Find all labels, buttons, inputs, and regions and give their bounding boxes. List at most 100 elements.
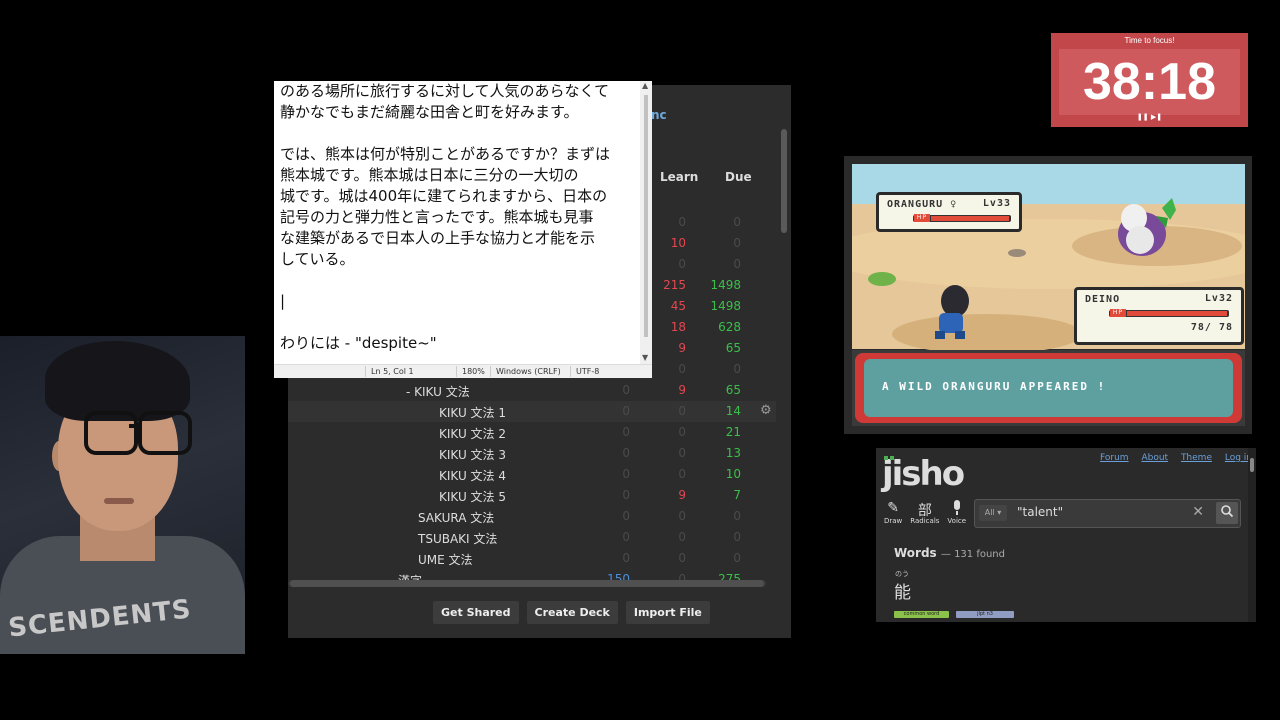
deck-learn-count: 10 [670, 236, 686, 250]
search-button[interactable] [1216, 502, 1238, 524]
encoding: UTF-8 [576, 367, 600, 376]
deck-new-count: 0 [622, 467, 630, 481]
deck-row[interactable]: KIKU 文法 5 0 9 7 [288, 485, 776, 506]
deck-due-count: 65 [725, 341, 741, 355]
deck-new-count: 0 [622, 446, 630, 460]
due-header: Due [725, 170, 752, 184]
timer-label: Time to focus! [1124, 36, 1175, 45]
about-link[interactable]: About [1141, 453, 1168, 463]
deck-row[interactable]: TSUBAKI 文法 0 0 0 [288, 527, 776, 548]
forum-link[interactable]: Forum [1100, 453, 1129, 463]
deck-name[interactable]: - KIKU 文法 [406, 383, 470, 400]
deck-learn-count: 9 [678, 383, 686, 397]
deck-learn-count: 9 [678, 488, 686, 502]
deck-due-count: 13 [725, 446, 741, 460]
deck-due-count: 10 [725, 467, 741, 481]
deck-due-count: 14 [725, 404, 741, 418]
draw-icon: ✎ [887, 500, 900, 516]
deck-learn-count: 0 [678, 257, 686, 271]
results-heading: Words — 131 found [894, 546, 1005, 560]
jisho-logo[interactable]: jisho [882, 454, 965, 494]
zoom-level: 180% [462, 367, 485, 376]
deck-row[interactable]: KIKU 文法 1 0 0 14 ⚙ [288, 401, 776, 422]
battle-message: A WILD ORANGURU APPEARED ! [882, 380, 1107, 393]
focus-timer: Time to focus! 38:18 ❚❚ ▶❚ [1051, 33, 1248, 127]
timer-time: 38:18 [1083, 53, 1216, 111]
deck-learn-count: 0 [678, 362, 686, 376]
deck-new-count: 0 [622, 530, 630, 544]
deck-row[interactable]: SAKURA 文法 0 0 0 [288, 506, 776, 527]
notepad-scrollbar[interactable]: ▲ ▼ [640, 81, 652, 365]
battle-message-box: A WILD ORANGURU APPEARED ! [852, 350, 1245, 426]
jisho-scrollbar[interactable] [1248, 448, 1256, 622]
deck-due-count: 65 [725, 383, 741, 397]
gear-icon[interactable]: ⚙ [760, 403, 772, 418]
deck-due-count: 1498 [710, 278, 741, 292]
deck-row[interactable]: KIKU 文法 4 0 0 10 [288, 464, 776, 485]
line-ending: Windows (CRLF) [496, 367, 561, 376]
get-shared-button[interactable]: Get Shared [433, 601, 519, 624]
deck-name[interactable]: KIKU 文法 2 [439, 425, 506, 442]
enemy-name: ORANGURU ♀ [887, 199, 958, 210]
game-screen: ORANGURU ♀ Lv33 HP DEINO Lv32 HP 78/ 78 … [852, 164, 1245, 426]
jisho-window: jisho Forum About Theme Log in ✎ Draw 部 … [876, 448, 1256, 622]
deck-learn-count: 0 [678, 215, 686, 229]
deck-learn-count: 0 [678, 425, 686, 439]
learn-header: Learn [660, 170, 699, 184]
deck-name[interactable]: KIKU 文法 5 [439, 488, 506, 505]
draw-button[interactable]: ✎ Draw [884, 500, 902, 525]
deck-learn-count: 0 [678, 530, 686, 544]
deck-name[interactable]: UME 文法 [418, 551, 473, 568]
player-level: Lv32 [1204, 293, 1233, 304]
deck-row[interactable]: KIKU 文法 2 0 0 21 [288, 422, 776, 443]
glasses-left [84, 411, 138, 455]
notepad-text-area[interactable]: のある場所に旅行するに対して人気のあらなくて 静かなでもまだ綺麗な田舎と町を好み… [280, 81, 638, 354]
deck-new-count: 0 [622, 488, 630, 502]
voice-button[interactable]: Voice [947, 500, 966, 525]
enemy-hp-bar: HP [913, 214, 1011, 222]
oranguru-sprite [1118, 198, 1176, 256]
create-deck-button[interactable]: Create Deck [526, 601, 618, 624]
bush-icon [868, 272, 896, 286]
deck-row[interactable]: UME 文法 0 0 0 [288, 548, 776, 569]
deck-name[interactable]: SAKURA 文法 [418, 509, 494, 526]
deck-due-count: 0 [733, 551, 741, 565]
theme-link[interactable]: Theme [1181, 453, 1212, 463]
deck-name[interactable]: TSUBAKI 文法 [418, 530, 497, 547]
sync-link[interactable]: nc [651, 108, 667, 122]
deck-due-count: 21 [725, 425, 741, 439]
deck-name[interactable]: KIKU 文法 1 [439, 404, 506, 421]
search-input[interactable]: "talent" [1017, 505, 1063, 519]
deck-new-count: 0 [622, 383, 630, 397]
enemy-level: Lv33 [982, 198, 1011, 209]
microphone-icon [947, 500, 966, 517]
clear-icon[interactable]: ✕ [1192, 504, 1204, 520]
player-name: DEINO [1085, 294, 1121, 305]
deck-list-hscrollbar[interactable] [288, 580, 766, 587]
search-scope-select[interactable]: All ▾ [979, 505, 1007, 521]
deck-name[interactable]: KIKU 文法 3 [439, 446, 506, 463]
radicals-button[interactable]: 部 Radicals [910, 500, 939, 525]
timer-controls[interactable]: ❚❚ ▶❚ [1051, 113, 1248, 121]
scroll-up-icon[interactable]: ▲ [642, 81, 648, 90]
result-word[interactable]: 能 [894, 578, 911, 603]
deck-new-count: 0 [622, 425, 630, 439]
deck-learn-count: 0 [678, 446, 686, 460]
radicals-icon: 部 [917, 503, 932, 519]
deck-new-count: 0 [622, 551, 630, 565]
deck-due-count: 1498 [710, 299, 741, 313]
deck-list-scrollbar[interactable] [781, 129, 787, 233]
deck-row[interactable]: - KIKU 文法 0 9 65 [288, 380, 776, 401]
deck-row[interactable]: KIKU 文法 3 0 0 13 [288, 443, 776, 464]
jisho-search-bar: All ▾ "talent" ✕ [974, 499, 1241, 528]
import-file-button[interactable]: Import File [625, 601, 710, 624]
deck-name[interactable]: KIKU 文法 4 [439, 467, 506, 484]
notepad-window: のある場所に旅行するに対して人気のあらなくて 静かなでもまだ綺麗な田舎と町を好み… [274, 81, 652, 378]
jisho-input-tools: ✎ Draw 部 Radicals Voice [884, 500, 966, 525]
deck-learn-count: 9 [678, 341, 686, 355]
webcam-feed: SCENDENTS [0, 336, 245, 654]
deck-due-count: 0 [733, 509, 741, 523]
scroll-down-icon[interactable]: ▼ [642, 353, 648, 362]
enemy-hp-box: ORANGURU ♀ Lv33 HP [876, 192, 1022, 232]
deck-learn-count: 215 [663, 278, 686, 292]
